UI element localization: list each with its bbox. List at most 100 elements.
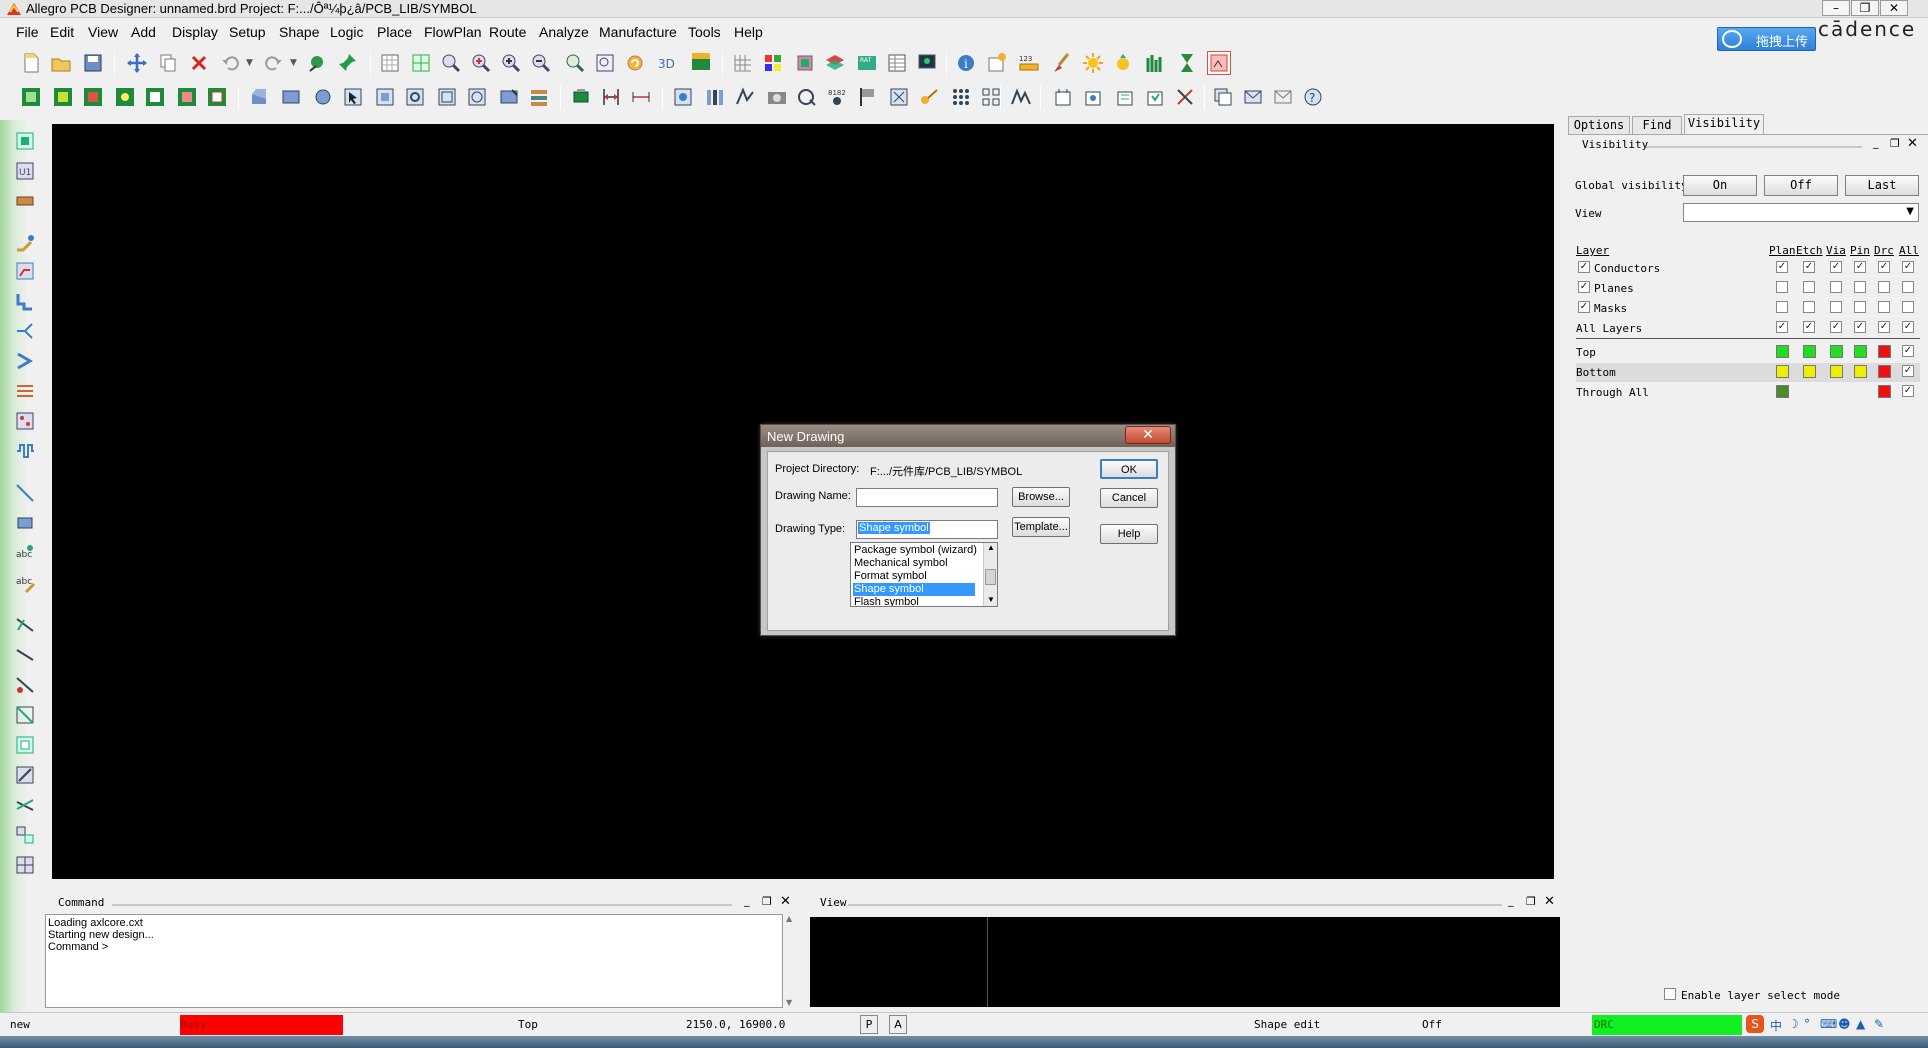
flag-icon[interactable] (856, 86, 878, 108)
menu-analyze[interactable]: Analyze (539, 24, 589, 40)
view-select[interactable]: ▼ (1683, 203, 1919, 222)
shape-select-icon[interactable] (14, 794, 36, 816)
layer-color-swatch[interactable] (1803, 345, 1816, 358)
new-file-icon[interactable] (20, 52, 42, 74)
line-icon[interactable] (14, 482, 36, 504)
shape-add-icon[interactable] (14, 614, 36, 636)
punctuation-icon[interactable]: ° (1804, 1017, 1810, 1031)
command-minimize-icon[interactable]: _ (744, 894, 750, 907)
zoom-previous-icon[interactable] (564, 52, 586, 74)
layer-color-swatch[interactable] (1854, 365, 1867, 378)
layer-color-swatch[interactable] (1830, 345, 1843, 358)
visibility-on-button[interactable]: On (1683, 175, 1757, 196)
panel-minimize-icon[interactable]: _ (1873, 136, 1879, 149)
menu-edit[interactable]: Edit (50, 24, 74, 40)
shirt-icon[interactable]: ▲ (1856, 1017, 1865, 1031)
route-2-icon[interactable] (14, 260, 36, 282)
layer-column-checkbox[interactable]: ✓ (1854, 321, 1866, 333)
spreadsheet-icon[interactable] (886, 52, 908, 74)
menu-tools[interactable]: Tools (688, 24, 721, 40)
undo-dropdown-icon[interactable]: ▼ (246, 58, 253, 68)
layer-column-checkbox[interactable]: ✓ (1878, 261, 1890, 273)
component-icon[interactable] (570, 86, 592, 108)
layer-column-checkbox[interactable]: ✓ (1878, 321, 1890, 333)
bar-chart-icon[interactable] (1144, 52, 1166, 74)
undo-icon[interactable] (220, 52, 242, 74)
dimension-linear-icon[interactable] (630, 86, 652, 108)
mail-icon[interactable] (1272, 86, 1294, 108)
text-box-icon[interactable]: U1 (14, 160, 36, 182)
layer-color-swatch[interactable] (1776, 365, 1789, 378)
stack-icon[interactable] (528, 86, 550, 108)
layer-toggle-1-icon[interactable] (20, 86, 42, 108)
layer-color-swatch[interactable] (1878, 345, 1891, 358)
view-close-icon[interactable]: ✕ (1544, 894, 1555, 909)
zoom-points-icon[interactable] (410, 52, 432, 74)
layer-column-checkbox[interactable]: ✓ (1803, 261, 1815, 273)
manufacture-3-icon[interactable] (1114, 86, 1136, 108)
waveform-icon[interactable] (1010, 86, 1032, 108)
shape-decompose-icon[interactable] (14, 854, 36, 876)
layer-group-checkbox[interactable]: ✓ (1578, 261, 1590, 273)
list-item-selected[interactable]: Shape symbol (853, 583, 975, 596)
redraw-icon[interactable] (624, 52, 646, 74)
move-icon[interactable] (126, 52, 148, 74)
menu-display[interactable]: Display (172, 24, 218, 40)
pin-icon[interactable] (336, 52, 358, 74)
menu-manufacture[interactable]: Manufacture (599, 24, 677, 40)
dialog-close-button[interactable]: ✕ (1125, 426, 1171, 444)
swap-pins-icon[interactable] (950, 86, 972, 108)
tab-visibility[interactable]: Visibility (1684, 114, 1764, 134)
email-icon[interactable] (1242, 86, 1264, 108)
list-item[interactable]: Package symbol (wizard) (853, 544, 977, 557)
layer-color-swatch[interactable] (1776, 345, 1789, 358)
layer-column-checkbox[interactable]: ✓ (1830, 261, 1842, 273)
add-text-icon[interactable]: abc (14, 542, 36, 564)
enable-layer-select-checkbox[interactable] (1664, 988, 1676, 1000)
layer-color-swatch[interactable] (1878, 365, 1891, 378)
world-view-canvas[interactable] (810, 917, 1560, 1007)
layer-column-checkbox[interactable] (1854, 301, 1866, 313)
minimize-button[interactable]: – (1822, 0, 1850, 16)
menu-logic[interactable]: Logic (330, 24, 363, 40)
layer-column-checkbox[interactable] (1878, 301, 1890, 313)
ratsnest-icon[interactable]: RAT (856, 52, 878, 74)
menu-place[interactable]: Place (377, 24, 412, 40)
layer-column-checkbox[interactable]: ✓ (1803, 321, 1815, 333)
grid-toggle-icon[interactable] (732, 52, 754, 74)
bus-icon[interactable] (14, 380, 36, 402)
library-icon[interactable] (704, 86, 726, 108)
scroll-thumb[interactable] (985, 569, 996, 585)
manufacture-1-icon[interactable] (1052, 86, 1074, 108)
padstack-icon[interactable] (734, 86, 756, 108)
menu-setup[interactable]: Setup (229, 24, 266, 40)
dimension-icon[interactable] (600, 86, 622, 108)
slide-icon[interactable] (14, 290, 36, 312)
chinese-mode-icon[interactable]: 中 (1770, 1017, 1782, 1034)
select-icon[interactable] (342, 86, 364, 108)
pad-icon[interactable] (14, 130, 36, 152)
layer-toggle-6-icon[interactable] (176, 86, 198, 108)
brush-icon[interactable] (1050, 52, 1072, 74)
list-item[interactable]: Mechanical symbol (853, 557, 975, 570)
command-scrollbar[interactable]: ▲ ▼ (785, 914, 796, 1008)
maximize-button[interactable]: ❐ (1851, 0, 1879, 16)
visibility-off-button[interactable]: Off (1764, 175, 1838, 196)
layer-column-checkbox[interactable]: ✓ (1902, 321, 1914, 333)
layer-column-checkbox[interactable] (1854, 281, 1866, 293)
status-active-layer[interactable]: Top (518, 1018, 538, 1031)
layer-toggle-4-icon[interactable] (114, 86, 136, 108)
help-button[interactable]: Help (1100, 524, 1158, 544)
layer-column-checkbox[interactable] (1803, 301, 1815, 313)
list-scrollbar[interactable]: ▲ ▼ (983, 543, 997, 606)
layer-group-checkbox[interactable]: ✓ (1578, 281, 1590, 293)
layer-color-swatch[interactable] (1776, 385, 1789, 398)
moon-icon[interactable]: ☽ (1788, 1017, 1799, 1031)
layer-column-checkbox[interactable] (1902, 281, 1914, 293)
save-icon[interactable] (82, 52, 104, 74)
view-minimize-icon[interactable]: _ (1508, 894, 1514, 907)
redo-icon[interactable] (262, 52, 284, 74)
layer-all-checkbox[interactable]: ✓ (1902, 385, 1914, 397)
menu-route[interactable]: Route (489, 24, 526, 40)
drc-update-icon[interactable] (1207, 51, 1231, 75)
